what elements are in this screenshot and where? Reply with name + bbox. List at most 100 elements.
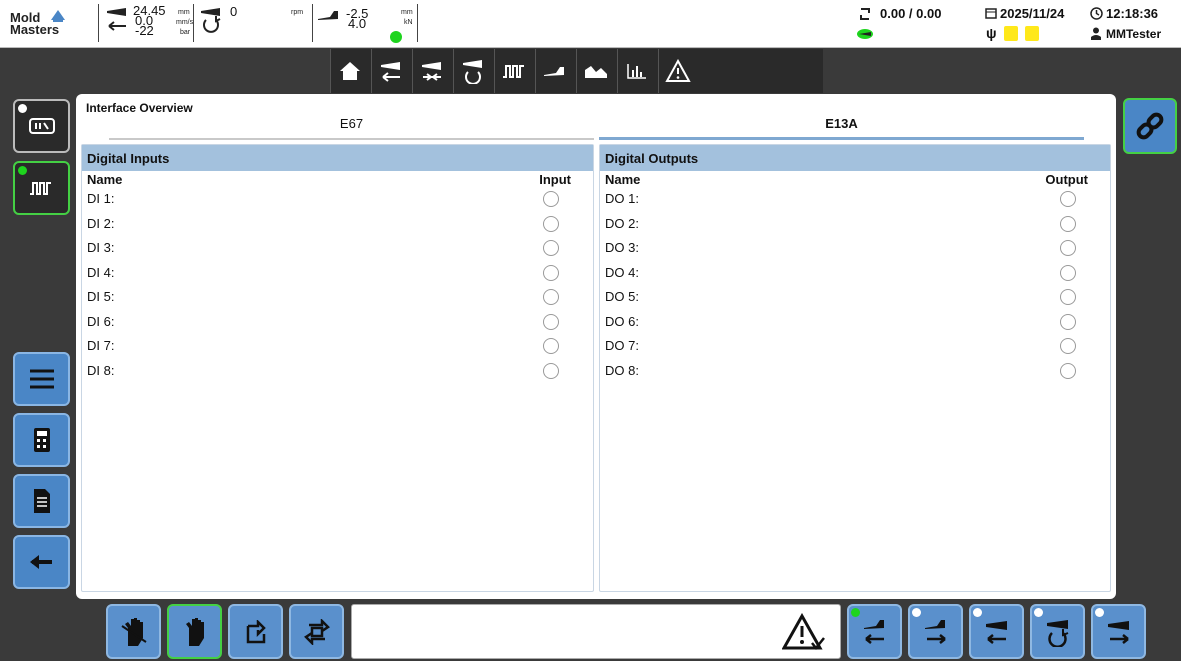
carriage-forward-button[interactable] [908,604,963,659]
link-button[interactable] [1123,98,1177,154]
nav-injection-retract[interactable] [371,49,409,93]
nav-alarms[interactable] [658,49,696,93]
calculator-button[interactable] [13,413,70,467]
tab-e67[interactable]: E67 [109,116,594,131]
auto-mode-button[interactable] [289,604,344,659]
mold-masters-logo: Mold Masters [10,8,90,40]
back-button[interactable] [13,535,70,589]
carriage-back-icon [863,619,884,644]
digital-input-label: DI 2: [87,215,115,231]
digital-io-icon [502,65,524,78]
cycle-time: 0.00 / 0.00 [880,6,942,21]
date: 2025/11/24 [1000,6,1065,21]
carriage-icon [318,11,338,20]
manual-mode-button[interactable] [106,604,161,659]
menu-icon [29,369,54,389]
back-arrow-icon [29,555,52,569]
nav-home[interactable] [330,49,368,93]
tab-e67-underline [109,138,594,140]
status-indicator [18,166,27,175]
digital-output-label: DO 2: [605,215,639,231]
username: MMTester [1106,27,1162,41]
nav-screw-rotate[interactable] [453,49,491,93]
digital-input-row: DI 8: [82,359,593,384]
controller-button[interactable] [13,99,70,153]
digital-input-row: DI 7: [82,334,593,359]
digital-output-state-indicator [1060,362,1076,379]
alarm-icon [664,59,691,82]
digital-output-state-indicator [1060,240,1076,256]
outputs-column-header: Name Output [600,171,1110,187]
controller-icon [28,118,55,134]
digital-output-label: DO 8: [605,362,639,378]
injection-pressure: -22 [135,23,154,38]
digital-output-label: DO 7: [605,338,639,353]
injection-forward-button[interactable] [1091,604,1146,659]
digital-input-row: DI 5: [82,285,593,310]
injection-back-button[interactable] [969,604,1024,659]
digital-input-row: DI 4: [82,261,593,286]
inputs-column-header: Name Input [82,171,593,187]
usb-icon: ψ [986,25,997,41]
tab-e13a[interactable]: E13A [599,116,1084,131]
digital-output-label: DO 6: [605,313,639,329]
digital-input-label: DI 7: [87,338,115,353]
digital-input-state-indicator [543,362,559,379]
auto-cycle-icon [303,618,330,645]
status-indicator [1095,608,1104,617]
semi-auto-button[interactable] [228,604,283,659]
column-name: Name [605,172,641,187]
digital-output-state-indicator [1060,264,1076,281]
nav-statistics[interactable] [617,49,655,93]
screw-rotate-button[interactable] [1030,604,1085,659]
screw-rotate-icon [462,60,482,84]
alarm-acknowledge-icon [782,613,825,651]
digital-input-row: DI 6: [82,310,593,335]
status-indicator [1034,608,1043,617]
digital-output-state-indicator [1060,313,1076,330]
nav-carriage[interactable] [535,49,573,93]
digital-output-state-indicator [1060,191,1076,207]
inputs-list: DI 1: DI 2: DI 3: DI 4: DI 5: DI 6: DI 7: DI 8: [82,187,593,383]
injection-unit-icon [107,8,126,31]
digital-input-label: DI 1: [87,191,115,206]
statistics-icon [626,64,646,79]
document-button[interactable] [13,474,70,528]
digital-output-row: DO 2: [600,212,1110,237]
digital-inputs-header: Digital Inputs [82,145,593,171]
injection-mini-icon [857,29,873,39]
digital-input-state-indicator [543,338,559,354]
hand-mode-button[interactable] [167,604,222,659]
status-ok-indicator [390,31,402,43]
carriage-back-button[interactable] [847,604,902,659]
status-indicator [18,104,27,113]
digital-io-icon [29,182,51,195]
carriage-forward-icon [924,619,946,644]
digital-input-label: DI 3: [87,240,115,255]
digital-io-button[interactable] [13,161,70,215]
nav-digital-io[interactable] [494,49,532,93]
document-icon [1004,26,1018,41]
menu-button[interactable] [13,352,70,406]
digital-input-row: DI 3: [82,236,593,261]
alarm-message-box[interactable] [351,604,841,659]
link-chain-icon [1136,112,1164,140]
hand-icon [185,617,204,646]
nav-profile-chart[interactable] [576,49,614,93]
digital-output-label: DO 5: [605,289,639,304]
tab-e13a-underline [599,137,1084,140]
column-name: Name [87,172,123,187]
nav-injection-hold[interactable] [412,49,450,93]
single-cycle-icon [246,619,266,643]
storage-icon [1025,26,1039,41]
page-title: Interface Overview [86,101,193,115]
digital-output-row: DO 7: [600,334,1110,359]
digital-output-label: DO 3: [605,240,639,255]
digital-input-state-indicator [543,313,559,330]
screw-rpm-icon [201,8,221,33]
top-status-bar: Mold Masters 24.45 0.0 -22 mm mm/s bar 0… [0,0,1181,48]
digital-outputs-header: Digital Outputs [600,145,1110,171]
digital-input-state-indicator [543,215,559,232]
digital-output-state-indicator [1060,289,1076,305]
digital-input-label: DI 5: [87,289,115,304]
